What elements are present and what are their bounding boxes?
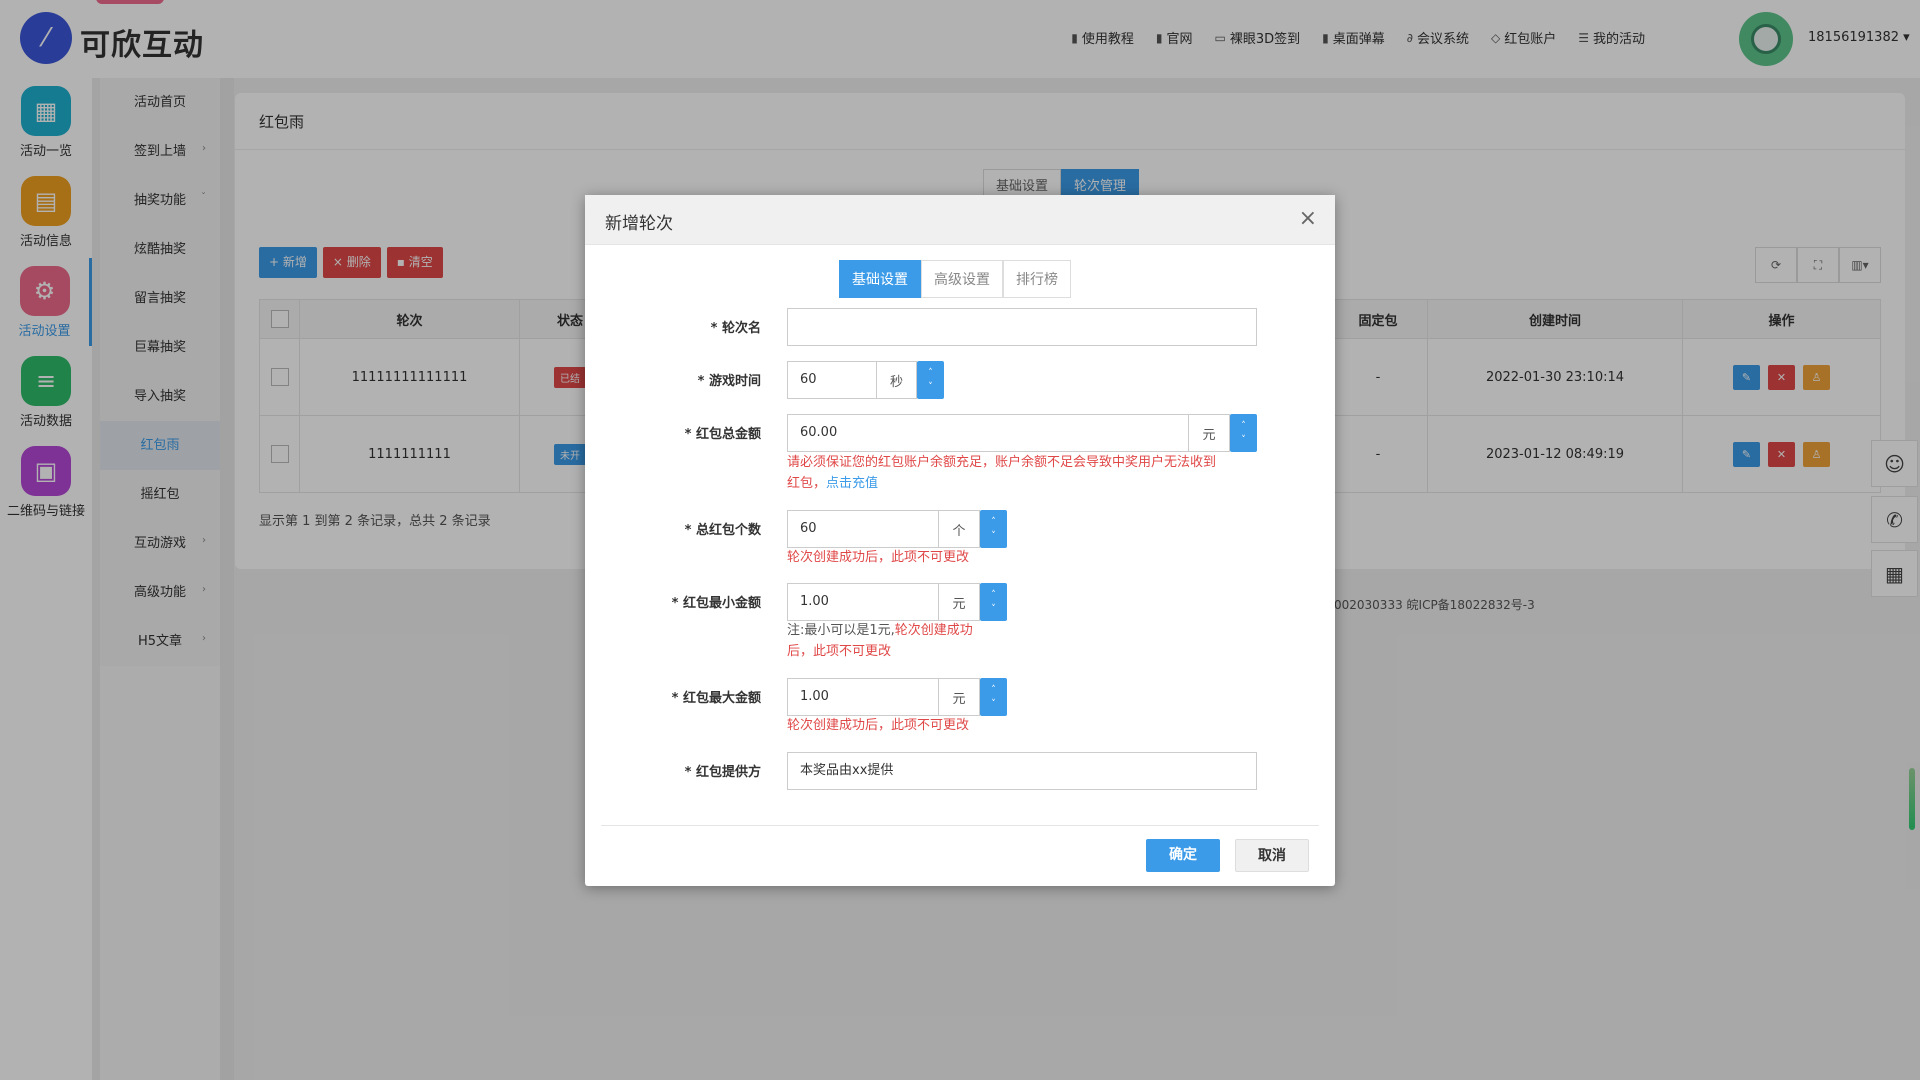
chevron-down-icon: ˅ <box>991 531 996 541</box>
chevron-down-icon: ˅ <box>928 382 933 392</box>
provider-input[interactable]: 本奖品由xx提供 <box>787 752 1257 790</box>
min-amount-label: * 红包最小金额 <box>671 596 761 611</box>
total-count-label: * 总红包个数 <box>684 523 761 538</box>
total-amount-unit: 元 <box>1189 414 1230 452</box>
min-amount-input[interactable]: 1.00 <box>787 583 939 621</box>
provider-label: * 红包提供方 <box>684 765 761 780</box>
dialog-footer-divider <box>601 825 1319 826</box>
chevron-down-icon: ˅ <box>991 699 996 709</box>
game-time-input[interactable]: 60 <box>787 361 877 399</box>
chevron-up-icon: ˄ <box>991 685 996 695</box>
round-name-input[interactable] <box>787 308 1257 346</box>
chevron-up-icon: ˄ <box>1241 421 1246 431</box>
confirm-button[interactable]: 确定 <box>1146 839 1220 872</box>
total-amount-label: * 红包总金额 <box>684 427 761 442</box>
tab-advanced[interactable]: 高级设置 <box>921 260 1003 298</box>
total-count-hint: 轮次创建成功后，此项不可更改 <box>787 550 970 565</box>
total-count-stepper[interactable]: ˄ ˅ <box>980 510 1007 548</box>
total-amount-stepper[interactable]: ˄ ˅ <box>1230 414 1257 452</box>
max-amount-input[interactable]: 1.00 <box>787 678 939 716</box>
chevron-down-icon: ˅ <box>1241 435 1246 445</box>
chevron-down-icon: ˅ <box>991 604 996 614</box>
max-amount-hint: 轮次创建成功后，此项不可更改 <box>787 718 970 733</box>
min-amount-unit: 元 <box>939 583 980 621</box>
add-round-dialog: 新增轮次 × 基础设置 高级设置 排行榜 * 轮次名 * 游戏时间 60 秒 ˄… <box>585 195 1335 886</box>
game-time-stepper[interactable]: ˄ ˅ <box>917 361 944 399</box>
dialog-title: 新增轮次 <box>605 214 673 234</box>
total-count-input[interactable]: 60 <box>787 510 939 548</box>
tab-basic[interactable]: 基础设置 <box>839 260 921 298</box>
total-count-unit: 个 <box>939 510 980 548</box>
dialog-tabs: 基础设置 高级设置 排行榜 <box>839 260 1071 298</box>
game-time-label: * 游戏时间 <box>697 374 761 389</box>
max-amount-label: * 红包最大金额 <box>671 691 761 706</box>
round-name-label: * 轮次名 <box>710 321 761 336</box>
tab-leaderboard[interactable]: 排行榜 <box>1003 260 1071 298</box>
close-icon[interactable]: × <box>1299 206 1317 231</box>
max-amount-unit: 元 <box>939 678 980 716</box>
cancel-button[interactable]: 取消 <box>1235 839 1309 872</box>
min-amount-hint: 注:最小可以是1元,轮次创建成功 后，此项不可更改 <box>787 623 973 659</box>
dialog-header: 新增轮次 × <box>585 195 1335 245</box>
chevron-up-icon: ˄ <box>991 590 996 600</box>
total-amount-hint: 请必须保证您的红包账户余额充足，账户余额不足会导致中奖用户无法收到 红包，点击充… <box>787 455 1217 491</box>
recharge-link[interactable]: 点击充值 <box>826 476 878 491</box>
game-time-unit: 秒 <box>877 361 917 399</box>
max-amount-stepper[interactable]: ˄ ˅ <box>980 678 1007 716</box>
chevron-up-icon: ˄ <box>991 517 996 527</box>
chevron-up-icon: ˄ <box>928 368 933 378</box>
total-amount-input[interactable]: 60.00 <box>787 414 1189 452</box>
min-amount-stepper[interactable]: ˄ ˅ <box>980 583 1007 621</box>
